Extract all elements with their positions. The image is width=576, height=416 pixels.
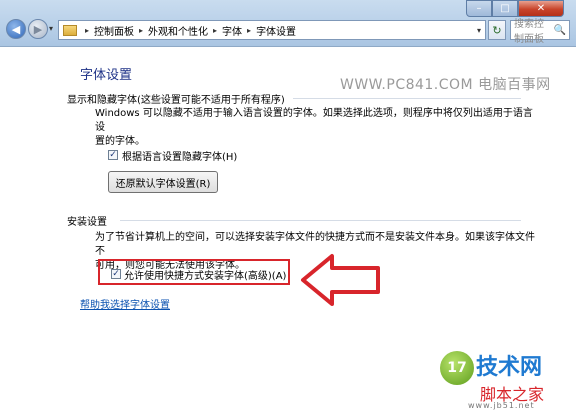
breadcrumb-separator-icon[interactable]: ▸ [85, 26, 89, 35]
breadcrumb-control-panel[interactable]: 控制面板 [94, 23, 134, 38]
breadcrumb-font-settings[interactable]: 字体设置 [256, 23, 296, 38]
breadcrumb-separator-icon[interactable]: ▸ [139, 26, 143, 35]
logo-url: www.jb51.net [468, 401, 535, 410]
help-choose-font-settings-link[interactable]: 帮助我选择字体设置 [80, 296, 170, 311]
hide-fonts-checkbox[interactable]: ✓ [108, 150, 118, 160]
search-placeholder: 搜索控制面板 [514, 19, 544, 45]
logo-badge: 17 [440, 351, 474, 385]
display-desc-line-2: 置的字体。 [95, 136, 145, 147]
refresh-icon: ↻ [492, 23, 502, 37]
logo-title: 技术网 [476, 355, 543, 380]
hide-fonts-checkbox-label[interactable]: 根据语言设置隐藏字体(H) [122, 148, 237, 163]
back-button[interactable]: ◀ [6, 19, 26, 39]
shortcut-install-checkbox-label[interactable]: 允许使用快捷方式安装字体(高级)(A) [124, 267, 286, 282]
page-title: 字体设置 [80, 68, 133, 83]
breadcrumb-appearance[interactable]: 外观和个性化 [148, 23, 208, 38]
callout-arrow-icon [301, 254, 380, 306]
display-section-divider [293, 98, 521, 99]
minimize-button[interactable]: – [466, 0, 492, 17]
site-watermark: WWW.PC841.COM 电脑百事网 [340, 77, 551, 93]
breadcrumb-separator-icon[interactable]: ▸ [213, 26, 217, 35]
search-icon[interactable]: 🔍 [554, 25, 566, 36]
breadcrumb-fonts[interactable]: 字体 [222, 23, 242, 38]
main-content: 字体设置 WWW.PC841.COM 电脑百事网 显示和隐藏字体(这些设置可能不… [0, 47, 576, 416]
site-logo: 17 技术网 脚本之家 www.jb51.net [440, 345, 570, 415]
install-section-divider [120, 220, 521, 221]
refresh-button[interactable]: ↻ [488, 20, 506, 40]
display-desc-line-1: Windows 可以隐藏不适用于输入语言设置的字体。如果选择此选项，则程序中将仅… [95, 108, 533, 133]
address-dropdown-icon[interactable]: ▾ [477, 26, 481, 35]
recent-pages-dropdown-icon[interactable]: ▾ [49, 24, 53, 33]
forward-arrow-icon: ▶ [33, 22, 43, 36]
search-input[interactable]: 搜索控制面板 🔍 [510, 19, 570, 45]
display-section-description: Windows 可以隐藏不适用于输入语言设置的字体。如果选择此选项，则程序中将仅… [95, 107, 535, 149]
address-bar[interactable]: ▸ 控制面板 ▸ 外观和个性化 ▸ 字体 ▸ 字体设置 ▾ [58, 20, 486, 40]
shortcut-install-checkbox[interactable]: ✓ [111, 269, 121, 279]
control-panel-folder-icon [63, 24, 77, 36]
back-arrow-icon: ◀ [11, 22, 21, 36]
display-section-heading: 显示和隐藏字体(这些设置可能不适用于所有程序) [67, 95, 285, 106]
title-bar: – □ ✕ ◀ ▶ ▾ ▸ 控制面板 ▸ 外观和个性化 ▸ 字体 ▸ 字体设置 … [0, 0, 576, 47]
restore-default-font-settings-button[interactable]: 还原默认字体设置(R) [108, 171, 218, 193]
breadcrumb-separator-icon[interactable]: ▸ [247, 26, 251, 35]
forward-button[interactable]: ▶ [28, 19, 48, 39]
install-section-heading: 安装设置 [67, 217, 107, 228]
